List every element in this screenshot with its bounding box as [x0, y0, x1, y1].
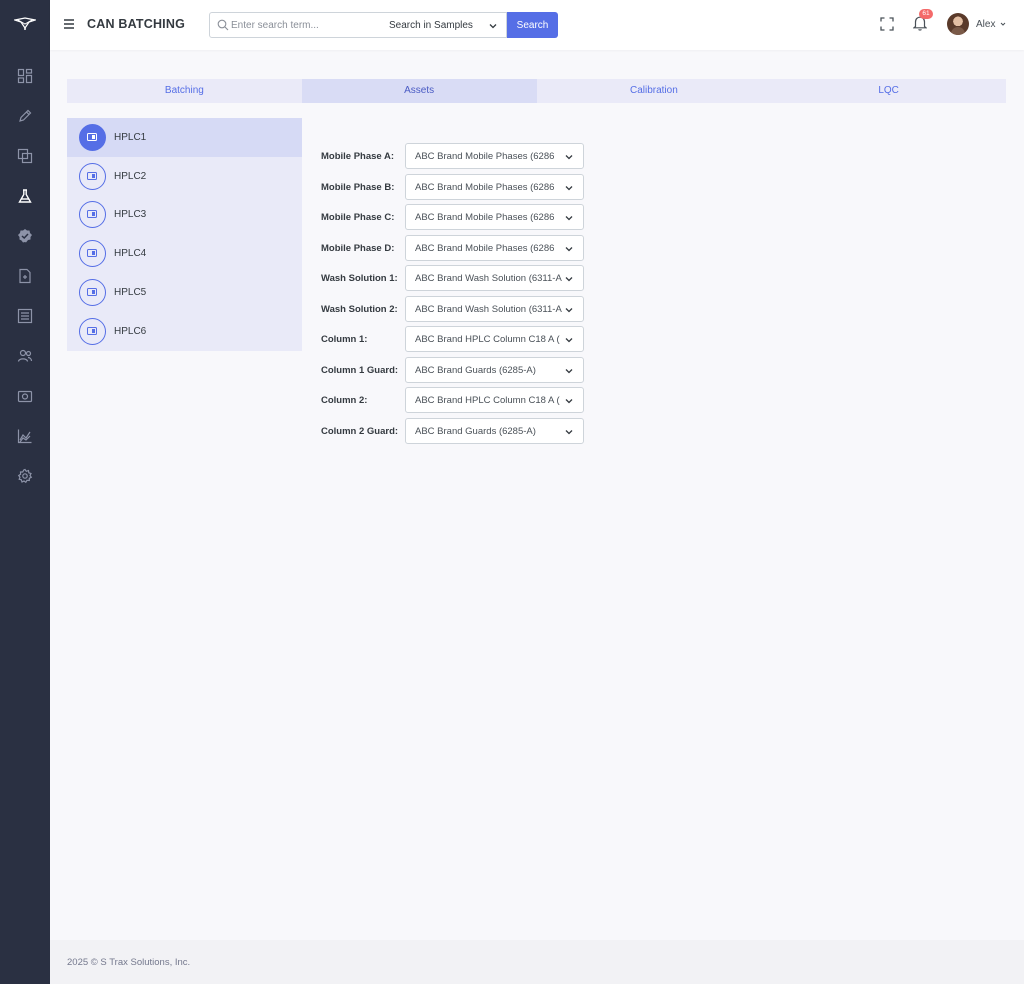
verified-badge-icon[interactable] [17, 228, 33, 244]
tab-bar: Batching Assets Calibration LQC [67, 79, 1006, 103]
instrument-icon [79, 279, 106, 306]
document-icon[interactable] [17, 268, 33, 284]
search-scope-select[interactable]: Search in Samples [380, 12, 507, 38]
chevron-down-icon [565, 399, 573, 404]
field-label: Mobile Phase D: [321, 243, 395, 254]
list-icon[interactable] [17, 308, 33, 324]
select-value: ABC Brand Guards (6285-A) [415, 365, 536, 376]
select-value: ABC Brand Mobile Phases (6286 [415, 243, 555, 254]
instrument-icon [79, 124, 106, 151]
instrument-item-hplc1[interactable]: HPLC1 [67, 118, 302, 157]
tab-calibration[interactable]: Calibration [537, 79, 772, 103]
chevron-down-icon[interactable] [1000, 21, 1006, 27]
instrument-item-hplc4[interactable]: HPLC4 [67, 234, 302, 273]
footer: 2025 © S Trax Solutions, Inc. [50, 940, 1024, 984]
select-value: ABC Brand Mobile Phases (6286 [415, 182, 555, 193]
select-value: ABC Brand Guards (6285-A) [415, 426, 536, 437]
search-button[interactable]: Search [507, 12, 558, 38]
field-label: Column 1: [321, 334, 368, 345]
field-label: Mobile Phase A: [321, 151, 395, 162]
chart-icon[interactable] [17, 428, 33, 444]
field-label: Column 2: [321, 395, 368, 406]
select-value: ABC Brand Wash Solution (6311-A [415, 273, 562, 284]
instrument-icon [79, 163, 106, 190]
field-label: Mobile Phase C: [321, 212, 395, 223]
instrument-label: HPLC6 [114, 326, 147, 337]
instrument-icon [79, 201, 106, 228]
instrument-icon [79, 318, 106, 345]
top-header: CAN BATCHING Search in Samples Search 61… [50, 0, 1024, 50]
mobile-phase-d-select[interactable]: ABC Brand Mobile Phases (6286 [405, 235, 584, 261]
instrument-label: HPLC1 [114, 132, 147, 143]
select-value: ABC Brand Wash Solution (6311-A [415, 304, 562, 315]
chevron-down-icon [565, 308, 573, 313]
notification-badge: 61 [919, 9, 933, 19]
instrument-item-hplc3[interactable]: HPLC3 [67, 195, 302, 234]
footer-copyright: 2025 © S Trax Solutions, Inc. [67, 957, 191, 968]
instrument-label: HPLC2 [114, 171, 147, 182]
chevron-down-icon [565, 247, 573, 252]
column-2-select[interactable]: ABC Brand HPLC Column C18 A ( [405, 387, 584, 413]
camera-icon[interactable] [17, 388, 33, 404]
instrument-list: HPLC1 HPLC2 HPLC3 HPLC4 HPLC5 HPLC6 [67, 118, 302, 351]
instrument-icon [79, 240, 106, 267]
instrument-label: HPLC4 [114, 248, 147, 259]
tab-batching[interactable]: Batching [67, 79, 302, 103]
logo-icon[interactable] [14, 14, 36, 34]
chevron-down-icon [565, 216, 573, 221]
field-label: Wash Solution 1: [321, 273, 398, 284]
mobile-phase-c-select[interactable]: ABC Brand Mobile Phases (6286 [405, 204, 584, 230]
chevron-down-icon [565, 277, 573, 282]
field-label: Mobile Phase B: [321, 182, 395, 193]
chevron-down-icon [565, 155, 573, 160]
column-1-guard-select[interactable]: ABC Brand Guards (6285-A) [405, 357, 584, 383]
search-input[interactable] [231, 13, 379, 37]
column-1-select[interactable]: ABC Brand HPLC Column C18 A ( [405, 326, 584, 352]
search-box [209, 12, 381, 38]
flask-icon[interactable] [17, 188, 33, 204]
field-label: Wash Solution 2: [321, 304, 398, 315]
chevron-down-icon [565, 338, 573, 343]
search-icon [217, 19, 229, 31]
hamburger-menu-icon[interactable] [63, 17, 75, 31]
field-label: Column 2 Guard: [321, 426, 399, 437]
wash-solution-1-select[interactable]: ABC Brand Wash Solution (6311-A [405, 265, 584, 291]
chevron-down-icon [565, 369, 573, 374]
chevron-down-icon [565, 186, 573, 191]
chevron-down-icon [489, 24, 497, 29]
instrument-label: HPLC5 [114, 287, 147, 298]
chevron-down-icon [565, 430, 573, 435]
column-2-guard-select[interactable]: ABC Brand Guards (6285-A) [405, 418, 584, 444]
users-icon[interactable] [17, 348, 33, 364]
field-label: Column 1 Guard: [321, 365, 399, 376]
dashboard-icon[interactable] [17, 68, 33, 84]
search-scope-value: Search in Samples [389, 20, 473, 31]
settings-gear-icon[interactable] [17, 468, 33, 484]
select-value: ABC Brand HPLC Column C18 A ( [415, 334, 560, 345]
user-avatar[interactable] [947, 13, 969, 35]
instrument-item-hplc2[interactable]: HPLC2 [67, 157, 302, 196]
tab-assets[interactable]: Assets [301, 79, 537, 103]
mobile-phase-a-select[interactable]: ABC Brand Mobile Phases (6286 [405, 143, 584, 169]
copy-icon[interactable] [17, 148, 33, 164]
instrument-label: HPLC3 [114, 209, 147, 220]
user-name[interactable]: Alex [976, 19, 995, 30]
fullscreen-icon[interactable] [880, 17, 894, 31]
wash-solution-2-select[interactable]: ABC Brand Wash Solution (6311-A [405, 296, 584, 322]
select-value: ABC Brand Mobile Phases (6286 [415, 212, 555, 223]
tab-lqc[interactable]: LQC [771, 79, 1006, 103]
select-value: ABC Brand Mobile Phases (6286 [415, 151, 555, 162]
sidebar [0, 0, 50, 984]
pencil-icon[interactable] [17, 108, 33, 124]
instrument-item-hplc5[interactable]: HPLC5 [67, 273, 302, 312]
instrument-item-hplc6[interactable]: HPLC6 [67, 312, 302, 351]
select-value: ABC Brand HPLC Column C18 A ( [415, 395, 560, 406]
app-title: CAN BATCHING [87, 17, 185, 31]
mobile-phase-b-select[interactable]: ABC Brand Mobile Phases (6286 [405, 174, 584, 200]
